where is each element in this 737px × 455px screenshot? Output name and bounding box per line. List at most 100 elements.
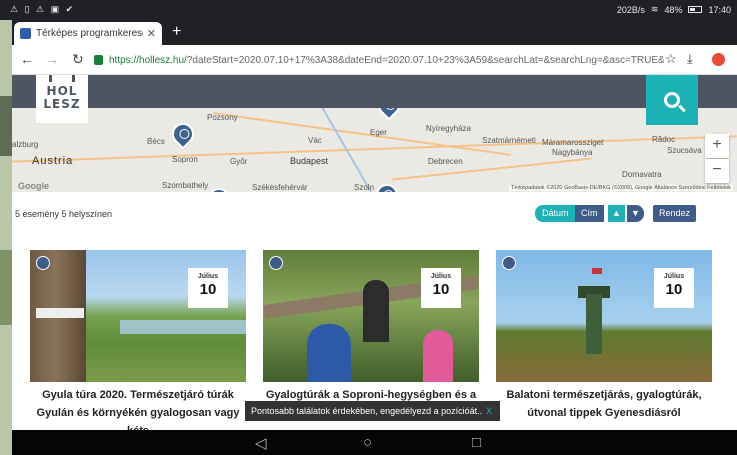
search-button[interactable] (646, 75, 698, 125)
image-person (423, 330, 453, 382)
sort-by-title-button[interactable]: Cím (575, 205, 604, 222)
close-tab-icon[interactable]: ✕ (147, 27, 156, 40)
category-icon (269, 256, 283, 270)
map-label: Debrecen (428, 157, 463, 166)
new-tab-button[interactable]: + (172, 23, 181, 41)
map-label: Eger (370, 128, 387, 137)
tab-title: Térképes programkereső, pr (36, 28, 143, 39)
download-icon[interactable]: ⤓ (687, 51, 693, 67)
results-toolbar: 5 esemény 5 helyszínen Dátum Cím ▲ ▼ Ren… (12, 192, 737, 236)
site-header: HOL LESZ (12, 75, 737, 125)
image-trail-mark (36, 308, 84, 318)
date-month: Július (197, 273, 219, 280)
map-label: Máramarossziget (542, 138, 604, 147)
screen: ⚠ ▯ ⚠ ▣ ✔ 202B/s ≋ 48% 17:40 Térképes pr… (0, 0, 737, 455)
map-attribution[interactable]: Térképadatok ©2020 GeoBasis-DE/BKG (©200… (509, 185, 733, 191)
date-badge: Július 10 (654, 268, 694, 308)
google-logo: Google (18, 181, 49, 191)
zoom-out-button[interactable]: − (705, 159, 729, 183)
background-image-strip (0, 250, 12, 325)
clock: 17:40 (708, 4, 731, 15)
notification-icons: ⚠ ▯ ⚠ ▣ ✔ (10, 4, 76, 14)
map-label: Sopron (172, 155, 198, 164)
image-lookout-tower (586, 294, 602, 354)
system-nav-bar: ◁ ○ □ (12, 430, 737, 455)
date-badge: Július 10 (421, 268, 461, 308)
back-arrow-icon[interactable]: ← (20, 51, 34, 67)
reload-icon[interactable]: ↻ (72, 51, 84, 68)
status-bar: ⚠ ▯ ⚠ ▣ ✔ 202B/s ≋ 48% 17:40 (0, 0, 737, 20)
result-count: 5 esemény 5 helyszínen (15, 209, 113, 219)
sort-by-date-button[interactable]: Dátum (535, 205, 576, 222)
event-image[interactable]: Július 10 (496, 250, 712, 382)
favicon-icon (20, 28, 31, 39)
date-month: Július (663, 273, 685, 280)
image-person (307, 324, 351, 382)
logo-pin-icon (72, 75, 75, 82)
map-label: alzburg (12, 140, 39, 149)
map-label: Budapest (290, 156, 329, 166)
category-icon (502, 256, 516, 270)
map[interactable]: Pozsony Bécs alzburg Austria Sopron Győr… (12, 108, 737, 192)
lock-icon (94, 55, 103, 65)
location-permission-toast: Pontosabb találatok érdekében, engedélye… (245, 401, 500, 421)
toast-message: Pontosabb találatok érdekében, engedélye… (251, 406, 483, 416)
network-speed: 202B/s (616, 4, 645, 15)
zoom-in-button[interactable]: + (705, 134, 729, 158)
url-path: /?dateStart=2020.07.10+17%3A38&dateEnd=2… (184, 54, 664, 66)
back-nav-icon[interactable]: ◁ (255, 434, 267, 452)
logo-pin-icon (49, 75, 52, 82)
map-label: Nyíregyháza (426, 124, 471, 133)
map-marker-pin[interactable] (373, 108, 405, 121)
forward-arrow-icon[interactable]: → (45, 51, 59, 67)
date-day: 10 (432, 281, 450, 298)
event-image[interactable]: Július 10 (30, 250, 246, 382)
date-badge: Július 10 (188, 268, 228, 308)
address-bar: ← → ↻ https://hollesz.hu /?dateStart=202… (12, 45, 737, 75)
map-label: Dornavatra (622, 170, 662, 179)
wifi-icon: ≋ (650, 4, 659, 14)
image-person (363, 280, 389, 342)
image-flag (592, 268, 602, 274)
sort-ascending-button[interactable]: ▲ (608, 205, 625, 222)
event-title[interactable]: Balatoni természetjárás, gyalogtúrák, út… (496, 386, 712, 422)
map-marker-pin[interactable] (167, 118, 199, 150)
image-lake (120, 320, 246, 334)
map-label: Szucsáva (667, 146, 702, 155)
map-road (392, 157, 592, 181)
map-marker-pin[interactable] (371, 179, 403, 192)
tab-strip: Térképes programkereső, pr ✕ + (12, 20, 737, 45)
map-label: Székesfehérvár (252, 183, 308, 192)
logo-line-2: LESZ (43, 97, 81, 111)
site-logo[interactable]: HOL LESZ (36, 75, 88, 123)
map-label: Bécs (147, 137, 165, 146)
background-image-strip (0, 96, 12, 156)
sort-descending-button[interactable]: ▼ (627, 205, 644, 222)
home-nav-icon[interactable]: ○ (363, 434, 372, 451)
url-field[interactable]: https://hollesz.hu /?dateStart=2020.07.1… (94, 50, 664, 70)
category-icon (36, 256, 50, 270)
recents-nav-icon[interactable]: □ (472, 434, 481, 451)
background-page-edge (0, 0, 12, 455)
date-month: Július (430, 273, 452, 280)
date-day: 10 (199, 281, 217, 298)
event-card[interactable]: Július 10 Gyula túra 2020. Természetjáró… (30, 250, 246, 437)
map-label: Nagybánya (552, 148, 593, 157)
event-image[interactable]: Július 10 (263, 250, 479, 382)
map-label: Vác (308, 136, 322, 145)
extension-icon[interactable] (712, 53, 725, 66)
url-host: https://hollesz.hu (109, 54, 185, 66)
browser-tab[interactable]: Térképes programkereső, pr ✕ (14, 22, 162, 45)
map-label: Pozsony (207, 113, 238, 122)
battery-icon (688, 6, 703, 13)
map-label: Szatmárnémeti (482, 136, 536, 145)
date-day: 10 (665, 281, 683, 298)
map-label: Rădoc (652, 135, 676, 144)
map-label: Szombathely (162, 181, 209, 190)
bookmark-star-icon[interactable]: ☆ (665, 51, 677, 67)
map-road (12, 135, 737, 163)
toast-close-button[interactable]: X (486, 406, 492, 416)
event-card[interactable]: Július 10 Balatoni természetjárás, gyalo… (496, 250, 712, 430)
apply-sort-button[interactable]: Rendez (653, 205, 697, 222)
map-label: Győr (230, 157, 248, 166)
